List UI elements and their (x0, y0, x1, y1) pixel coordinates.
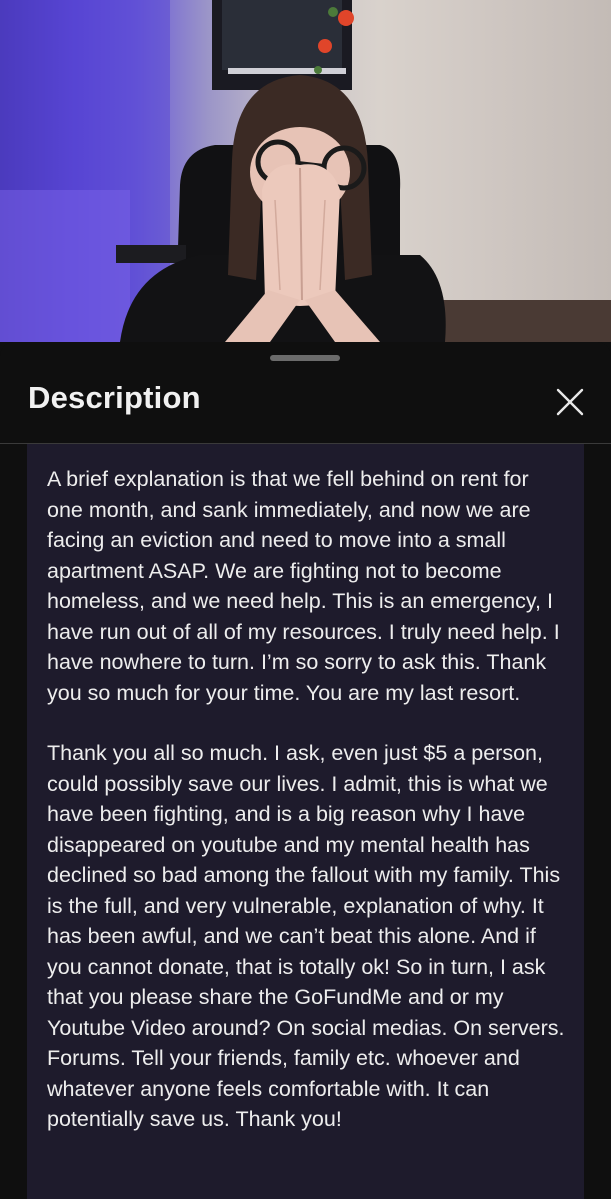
screen: Description A brief explanation is that … (0, 0, 611, 1199)
description-sheet: Description A brief explanation is that … (0, 342, 611, 1199)
video-frame-illustration (0, 0, 611, 342)
video-player[interactable] (0, 0, 611, 342)
close-icon (556, 388, 584, 416)
close-button[interactable] (550, 382, 590, 422)
description-paragraph: Thank you all so much. I ask, even just … (47, 741, 565, 1131)
drag-handle[interactable] (270, 355, 340, 361)
description-paragraph: A brief explanation is that we fell behi… (47, 467, 560, 705)
sheet-title: Description (28, 380, 201, 415)
description-body: A brief explanation is that we fell behi… (27, 444, 584, 1199)
